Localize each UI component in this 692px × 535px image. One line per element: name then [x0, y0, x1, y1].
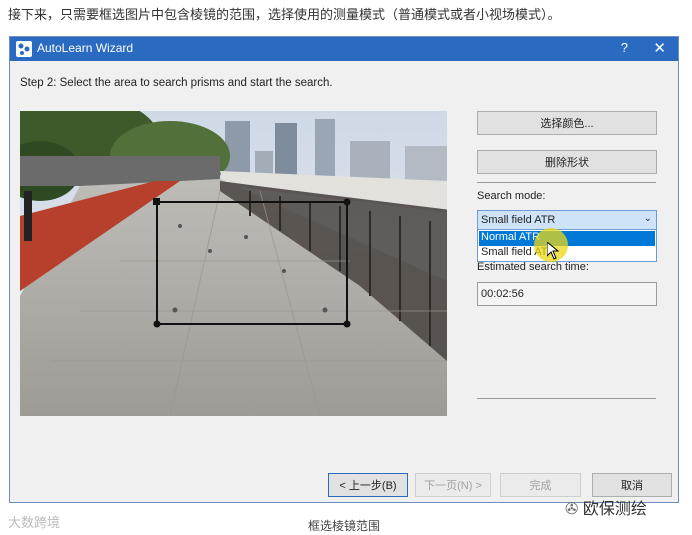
estimated-time-field: 00:02:56	[477, 282, 657, 306]
close-button[interactable]: ✕	[653, 39, 666, 57]
step-instruction: Step 2: Select the area to search prisms…	[20, 77, 333, 89]
cancel-button[interactable]: 取消	[592, 473, 672, 497]
camera-image	[20, 111, 447, 416]
watermark-right-text: 欧保测绘	[582, 501, 647, 518]
delete-shape-button[interactable]: 删除形状	[477, 150, 657, 174]
titlebar: AutoLearn Wizard ? ✕	[10, 37, 678, 61]
wizard-app-icon	[16, 41, 32, 57]
back-button[interactable]: < 上一步(B)	[328, 473, 408, 497]
chevron-down-icon: ⌄	[643, 213, 652, 224]
separator	[477, 182, 656, 183]
search-mode-label: Search mode:	[477, 190, 546, 202]
finish-button[interactable]: 完成	[500, 473, 581, 497]
separator	[477, 398, 656, 399]
watermark-right: ✇ 欧保测绘	[565, 495, 647, 519]
select-color-button[interactable]: 选择颜色...	[477, 111, 657, 135]
watermark-left-text: 大数跨境	[8, 515, 61, 530]
intro-text: 接下来，只需要框选图片中包含棱镜的范围，选择使用的测量模式（普通模式或者小视场模…	[8, 7, 561, 22]
autolearn-wizard-window: AutoLearn Wizard ? ✕ Step 2: Select the …	[9, 36, 679, 503]
search-mode-select[interactable]: Small field ATR ⌄	[477, 210, 657, 230]
search-mode-value: Small field ATR	[481, 214, 556, 226]
window-title: AutoLearn Wizard	[37, 41, 134, 55]
help-button[interactable]: ?	[621, 40, 628, 55]
next-button[interactable]: 下一页(N) >	[415, 473, 491, 497]
watermark-left: 大数跨境	[8, 512, 60, 531]
wechat-icon: ✇	[565, 501, 579, 518]
figure-caption: 框选棱镜范围	[308, 519, 381, 533]
estimated-time-label: Estimated search time:	[477, 261, 589, 273]
